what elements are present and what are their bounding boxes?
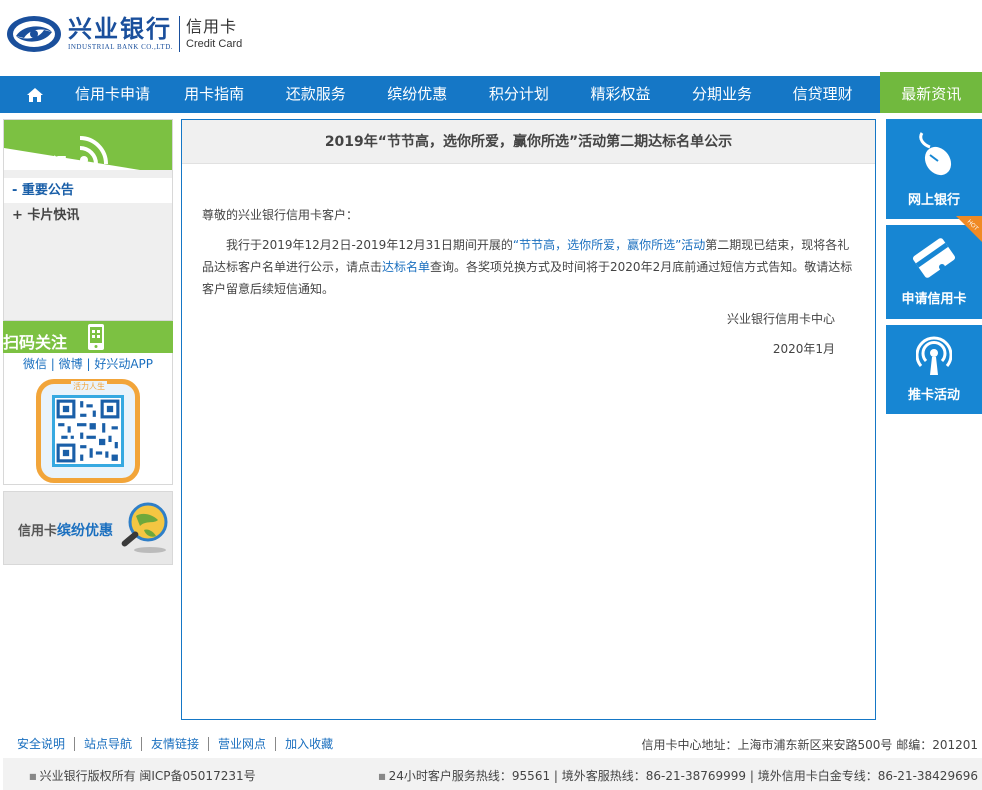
footer-hotlines: ■ 24小时客户服务热线：95561 | 境外客服热线：86-21-3876999… (378, 769, 978, 783)
winner-list-link[interactable]: 达标名单 (382, 260, 430, 274)
nav-item-loan-finance[interactable]: 信贷理财 (765, 76, 881, 113)
bullet-icon: ■ (29, 772, 37, 781)
footer-links: 安全说明 站点导航 友情链接 营业网点 加入收藏 (8, 734, 342, 751)
article-panel: 2019年“节节高，选你所爱，赢你所选”活动第二期达标名单公示 尊敬的兴业银行信… (181, 119, 876, 720)
footer-bottom-bar: ■ 兴业银行版权所有 闽ICP备05017231号 ■ 24小时客户服务热线：955… (3, 758, 982, 790)
credit-card-label-cn: 信用卡 (186, 17, 238, 36)
footer-link-bookmark[interactable]: 加入收藏 (276, 737, 342, 751)
footer-copyright: ■ 兴业银行版权所有 闽ICP备05017231号 (29, 769, 256, 783)
news-category-list: - 重要公告 + 卡片快讯 (4, 170, 172, 320)
bank-name-cn: 兴业银行 (68, 14, 172, 43)
card-icon (912, 238, 956, 278)
nav-item-benefits[interactable]: 精彩权益 (562, 76, 680, 113)
scan-follow-title: 扫码关注 (3, 333, 68, 352)
apply-card-button[interactable]: 申请信用卡 (886, 225, 982, 315)
logo-divider (179, 16, 181, 52)
nav-item-card-guide[interactable]: 用卡指南 (155, 76, 273, 113)
news-panel: 最新资讯 - 重要公告 + 卡片快讯 (3, 119, 173, 321)
qr-code-image (52, 395, 124, 467)
nav-item-card-apply[interactable]: 信用卡申请 (70, 76, 156, 113)
promo-highlight: 缤纷优惠 (57, 523, 114, 539)
bullet-icon: ■ (378, 772, 386, 781)
footer-address: 信用卡中心地址：上海市浦东新区来安路500号 邮编：201201 (641, 738, 978, 752)
promo-prefix: 信用卡 (18, 524, 58, 539)
news-link-important-notice[interactable]: - 重要公告 (4, 178, 172, 203)
qr-code-frame: 活力人生 (36, 379, 140, 483)
broadcast-icon (916, 336, 952, 375)
article-title: 2019年“节节高，选你所爱，赢你所选”活动第二期达标名单公示 (182, 120, 875, 164)
home-icon (26, 87, 43, 102)
online-banking-button[interactable]: 网上银行 (886, 119, 982, 209)
bank-logo-icon (7, 16, 61, 52)
footer-link-branches[interactable]: 营业网点 (209, 737, 277, 751)
apply-card-label: 申请信用卡 (901, 292, 967, 307)
qr-caption: 活力人生 (71, 381, 107, 392)
nav-item-offers[interactable]: 缤纷优惠 (359, 76, 477, 113)
right-quick-panel: 网上银行 HOT 申请信用卡 推卡活动 (886, 119, 982, 414)
card-promo-activity-label: 推卡活动 (907, 388, 960, 403)
bank-logo[interactable]: 兴业银行 INDUSTRIAL BANK CO.,LTD. 信用卡 Credit… (6, 14, 242, 54)
card-promo-activity-button[interactable]: 推卡活动 (886, 325, 982, 415)
scan-follow-body: 微信 | 微博 | 好兴动APP 活力人生 (3, 353, 173, 485)
article-signature: 兴业银行信用卡中心 (726, 312, 835, 326)
news-panel-header: 最新资讯 (4, 120, 172, 170)
footer-links-bar: 安全说明 站点导航 友情链接 营业网点 加入收藏 信用卡中心地址：上海市浦东新区… (0, 734, 982, 754)
nav-home-button[interactable] (0, 76, 70, 113)
para-text-1: 我行于2019年12月2日-2019年12月31日期间开展的 (226, 238, 513, 252)
left-sidebar: 最新资讯 - 重要公告 + 卡片快讯 扫码关注 微信 | 微博 | 好兴动APP… (3, 119, 173, 565)
article-greeting: 尊敬的兴业银行信用卡客户： (202, 208, 359, 222)
online-banking-label: 网上银行 (907, 193, 960, 208)
globe-magnifier-icon (121, 502, 168, 553)
phone-icon (88, 324, 104, 350)
bank-name-en: INDUSTRIAL BANK CO.,LTD. (68, 43, 174, 51)
article-body: 尊敬的兴业银行信用卡客户： 我行于2019年12月2日-2019年12月31日期… (182, 164, 875, 360)
promo-text: 信用卡缤纷优惠 (18, 520, 113, 540)
nav-item-installment[interactable]: 分期业务 (679, 76, 765, 113)
nav-item-repayment[interactable]: 还款服务 (273, 76, 359, 113)
article-date: 2020年1月 (772, 342, 835, 356)
social-links[interactable]: 微信 | 微博 | 好兴动APP (4, 355, 172, 373)
offers-promo-banner[interactable]: 信用卡缤纷优惠 (3, 491, 173, 565)
site-header: 兴业银行 INDUSTRIAL BANK CO.,LTD. 信用卡 Credit… (0, 0, 982, 76)
footer-link-friend-links[interactable]: 友情链接 (142, 737, 210, 751)
rss-icon (79, 136, 108, 165)
article-paragraph: 我行于2019年12月2日-2019年12月31日期间开展的“节节高，选你所爱，… (202, 234, 855, 300)
mouse-icon (919, 132, 952, 176)
scan-follow-header: 扫码关注 (3, 321, 173, 353)
footer-link-security[interactable]: 安全说明 (8, 737, 76, 751)
credit-card-label-en: Credit Card (186, 38, 243, 50)
footer-link-sitemap[interactable]: 站点导航 (75, 737, 143, 751)
campaign-link[interactable]: “节节高，选你所爱，赢你所选”活动 (513, 238, 705, 252)
main-nav: 信用卡申请 用卡指南 还款服务 缤纷优惠 积分计划 精彩权益 分期业务 信贷理财… (0, 72, 982, 113)
news-link-card-news[interactable]: + 卡片快讯 (4, 203, 172, 228)
news-panel-title: 最新资讯 (4, 154, 69, 170)
nav-item-latest-news[interactable]: 最新资讯 (880, 72, 982, 113)
nav-item-points[interactable]: 积分计划 (476, 76, 562, 113)
